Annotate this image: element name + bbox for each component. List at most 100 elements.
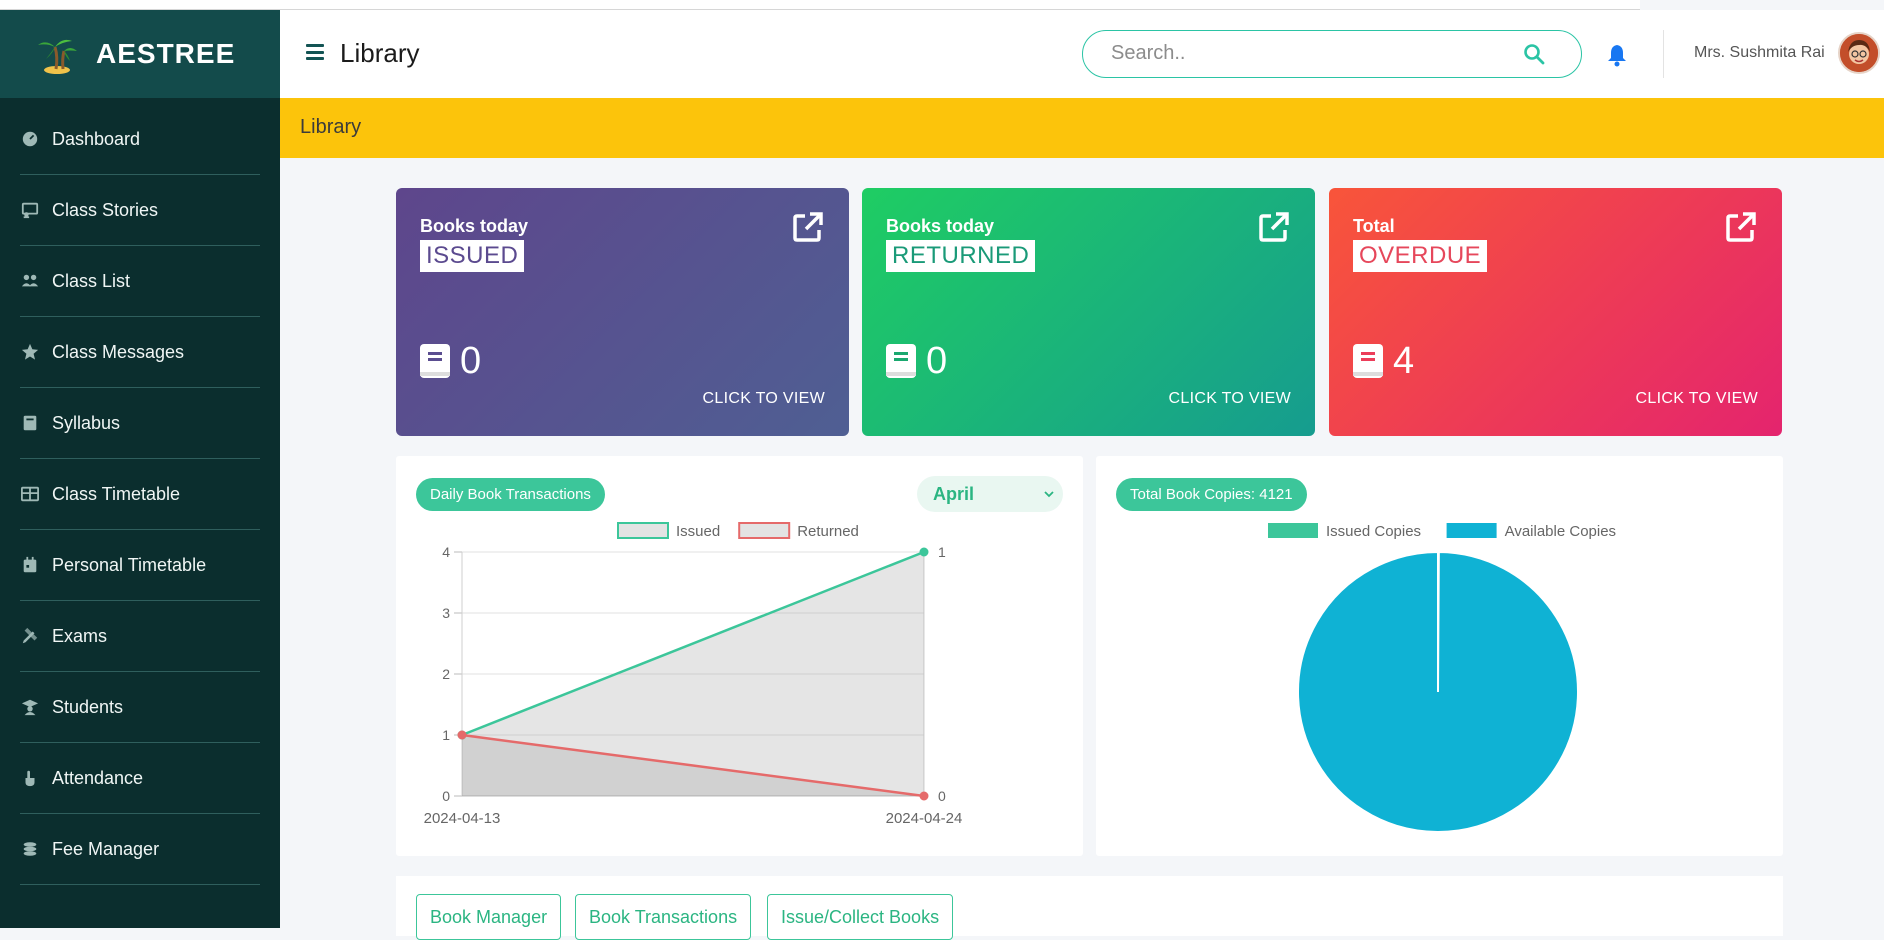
external-link-icon[interactable] <box>1724 210 1758 244</box>
users-icon <box>20 271 40 291</box>
pie-slice-1 <box>1297 550 1579 833</box>
y-tick-label: 0 <box>442 788 450 804</box>
sidebar-item-attendance[interactable]: Attendance <box>20 743 260 814</box>
table-icon <box>20 484 40 504</box>
sidebar-item-exams[interactable]: Exams <box>20 601 260 672</box>
sidebar-item-students[interactable]: Students <box>20 672 260 743</box>
legend-label-0: Issued Copies <box>1326 523 1421 540</box>
sidebar-item-label: Fee Manager <box>52 838 160 859</box>
card-badge: ISSUED <box>420 240 525 272</box>
legend-label-0: Issued <box>676 523 720 540</box>
sidebar-item-label: Attendance <box>52 767 144 788</box>
legend-swatch-0 <box>1268 523 1318 538</box>
sidebar-item-class-messages[interactable]: Class Messages <box>20 317 260 388</box>
click-to-view-link[interactable]: CLICK TO VIEW <box>1169 390 1291 408</box>
book-icon <box>886 344 916 378</box>
menu-toggle-icon[interactable] <box>306 44 324 60</box>
external-link-icon[interactable] <box>1257 210 1291 244</box>
library-actions-row: Book Manager Book Transactions Issue/Col… <box>396 876 1783 940</box>
legend-label-1: Available Copies <box>1505 523 1616 540</box>
avatar-image <box>1840 34 1878 72</box>
sidebar-item-label: Class Messages <box>52 341 185 362</box>
card-badge: OVERDUE <box>1353 240 1488 272</box>
issued-count: 0 <box>460 340 482 382</box>
daily-transactions-chart: Issued Returned 0 1 2 3 4 2024-04-13 2024-04-24 1… <box>424 522 963 827</box>
calendar-icon <box>20 555 40 575</box>
y-tick-label: 3 <box>442 605 450 621</box>
legend-label-1: Returned <box>797 523 859 540</box>
book-icon <box>1353 344 1383 378</box>
book-icon <box>420 344 450 378</box>
book-manager-button[interactable]: Book Manager <box>416 894 562 940</box>
sidebar-item-label: Personal Timetable <box>52 554 207 575</box>
y-tick-label: 2 <box>442 666 450 682</box>
card-badge: RETURNED <box>886 240 1036 272</box>
brand-name: AESTREE <box>96 38 236 69</box>
sidebar-item-label: Class Timetable <box>52 483 181 504</box>
issued-today-card[interactable]: Books today ISSUED 0 CLICK TO VIEW <box>396 188 849 436</box>
search-icon[interactable] <box>1523 43 1545 65</box>
top-header: Library Mrs. Sushmita Rai <box>280 10 1884 98</box>
y-tick-label: 4 <box>442 544 450 560</box>
graduate-icon <box>20 697 40 717</box>
data-point-0 <box>919 547 929 557</box>
returned-count: 0 <box>926 340 948 382</box>
overdue-total-card[interactable]: Total OVERDUE 4 CLICK TO VIEW <box>1329 188 1782 436</box>
brand[interactable]: AESTREE <box>0 10 280 98</box>
legend-swatch-1 <box>1446 523 1497 538</box>
page-banner: Library <box>280 98 1884 158</box>
sidebar-nav: Dashboard Class Stories Class List Class… <box>0 98 280 885</box>
sidebar-item-dashboard[interactable]: Dashboard <box>20 104 260 175</box>
pencil-ruler-icon <box>20 626 40 646</box>
sidebar-item-syllabus[interactable]: Syllabus <box>20 388 260 459</box>
user-name[interactable]: Mrs. Sushmita Rai <box>1694 44 1825 62</box>
sidebar-item-label: Students <box>52 696 124 717</box>
sidebar-item-label: Exams <box>52 625 108 646</box>
card-label: Books today <box>886 216 995 236</box>
avatar[interactable] <box>1838 32 1880 74</box>
notification-bell-icon[interactable] <box>1606 43 1628 67</box>
top-border <box>0 0 1640 10</box>
sidebar-item-class-timetable[interactable]: Class Timetable <box>20 459 260 530</box>
sidebar-item-class-stories[interactable]: Class Stories <box>20 175 260 246</box>
header-divider <box>1663 30 1664 78</box>
legend-swatch-0 <box>617 522 669 539</box>
search-box <box>1082 30 1582 78</box>
dashboard-gauge-icon <box>20 129 40 149</box>
click-to-view-link[interactable]: CLICK TO VIEW <box>703 390 825 408</box>
sidebar-item-fee-manager[interactable]: Fee Manager <box>20 814 260 885</box>
sidebar-item-label: Syllabus <box>52 412 121 433</box>
page-title: Library <box>340 38 420 68</box>
x-tick-label: 2024-04-13 <box>424 810 501 827</box>
data-point-1 <box>919 791 929 801</box>
click-to-view-link[interactable]: CLICK TO VIEW <box>1636 390 1758 408</box>
returned-today-card[interactable]: Books today RETURNED 0 CLICK TO VIEW <box>862 188 1315 436</box>
sidebar-item-label: Class Stories <box>52 199 159 220</box>
sidebar-item-label: Dashboard <box>52 128 141 149</box>
sidebar-item-class-list[interactable]: Class List <box>20 246 260 317</box>
coins-icon <box>20 839 40 859</box>
y-tick-label: 1 <box>442 727 450 743</box>
copies-panel: Total Book Copies: 4121 Issued Copies Ava… <box>1096 456 1783 856</box>
banner-title: Library <box>300 116 362 138</box>
sidebar-item-label: Class List <box>52 270 131 291</box>
sidebar-item-personal-timetable[interactable]: Personal Timetable <box>20 530 260 601</box>
search-input[interactable] <box>1111 31 1531 75</box>
transactions-panel: Daily Book Transactions April Issued Retu… <box>396 456 1083 856</box>
palm-tree-logo-icon <box>38 39 77 74</box>
hand-raise-icon <box>20 768 40 788</box>
book-icon <box>20 413 40 433</box>
data-label-0: 1 <box>938 544 946 560</box>
overdue-count: 4 <box>1393 340 1415 382</box>
x-tick-label: 2024-04-24 <box>886 810 963 827</box>
book-transactions-button[interactable]: Book Transactions <box>575 894 752 940</box>
card-label: Books today <box>420 216 529 236</box>
data-point-1 <box>457 730 467 740</box>
card-label: Total <box>1353 216 1395 236</box>
book-copies-pie-chart: Issued Copies Available Copies <box>1268 523 1616 833</box>
sidebar: AESTREE Dashboard Class Stories Class Li… <box>0 10 280 928</box>
external-link-icon[interactable] <box>791 210 825 244</box>
issue-collect-books-button[interactable]: Issue/Collect Books <box>767 894 954 940</box>
data-label-1: 0 <box>938 788 946 804</box>
chalkboard-icon <box>20 200 40 220</box>
